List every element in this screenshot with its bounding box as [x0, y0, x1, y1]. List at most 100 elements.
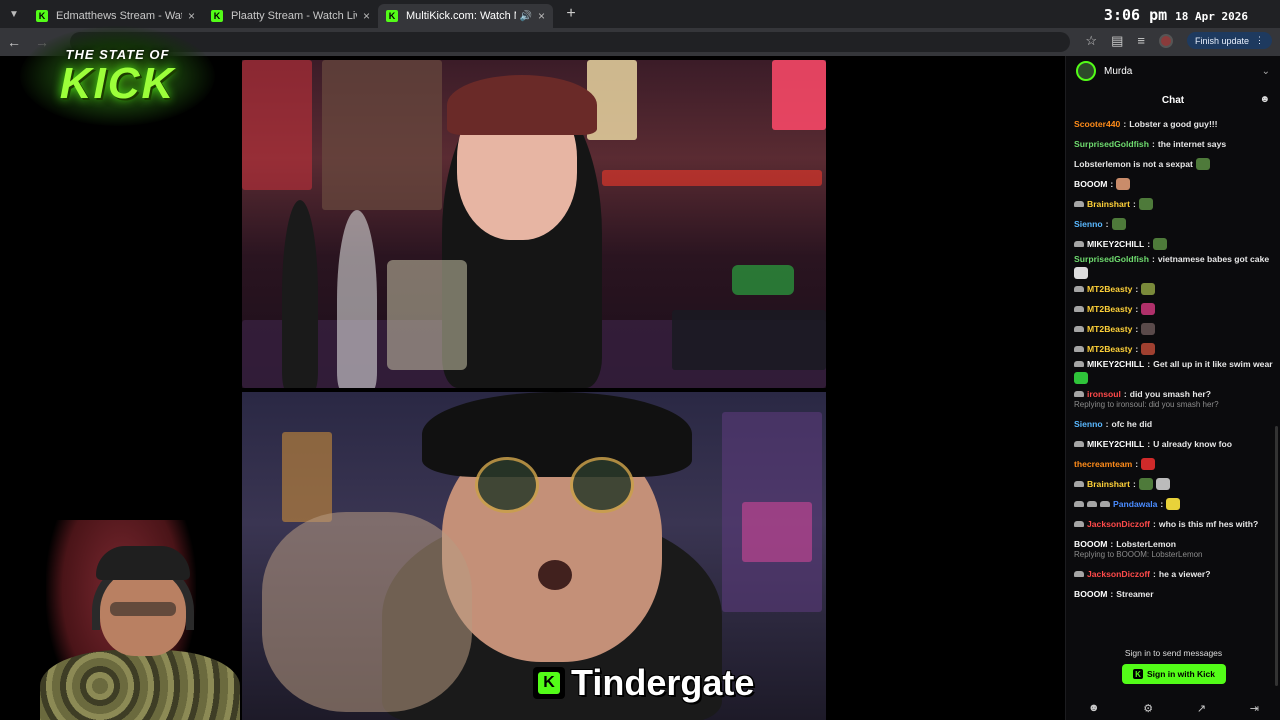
user-badge-icon	[1074, 391, 1084, 397]
reply-text: Replying to ironsoul: did you smash her?	[1074, 400, 1219, 409]
chat-username[interactable]: BOOOM	[1074, 539, 1107, 549]
chat-message[interactable]: MT2Beasty:	[1074, 339, 1274, 359]
tab-search-icon[interactable]: ▼	[0, 0, 28, 28]
chat-username[interactable]: Scooter440	[1074, 119, 1120, 129]
chat-username[interactable]: SurprisedGoldfish	[1074, 139, 1149, 149]
browser-tab[interactable]: K Plaatty Stream - Watch Live on ×	[203, 4, 378, 28]
colon: :	[1105, 419, 1109, 429]
chat-message[interactable]: Brainshart:	[1074, 474, 1274, 494]
tab-title: Plaatty Stream - Watch Live on	[231, 10, 357, 22]
chat-message[interactable]: JacksonDiczoff: he a viewer?	[1074, 564, 1274, 584]
chevron-down-icon[interactable]: ⌄	[1262, 66, 1270, 77]
signin-prompt: Sign in to send messages	[1124, 648, 1223, 658]
colon: :	[1153, 569, 1156, 579]
chat-message[interactable]: MIKEY2CHILL: Get all up in it like swim w…	[1074, 359, 1274, 384]
chat-message[interactable]: Scooter440: Lobster a good guy!!!	[1074, 114, 1274, 134]
bookmark-star-icon[interactable]: ☆	[1085, 33, 1097, 49]
desktop-clock: 3:06 pm 18 Apr 2026	[1104, 6, 1248, 24]
reading-list-icon[interactable]: ≡	[1137, 33, 1145, 48]
chat-username[interactable]: JacksonDiczoff	[1087, 519, 1150, 529]
chat-message[interactable]: MT2Beasty:	[1074, 319, 1274, 339]
colon: :	[1135, 284, 1139, 294]
emote-icon	[1141, 283, 1156, 295]
chat-username[interactable]: Brainshart	[1087, 199, 1130, 209]
chat-message[interactable]: MIKEY2CHILL: U already know foo	[1074, 434, 1274, 454]
camo-shirt	[40, 650, 240, 720]
neon-sign	[772, 60, 826, 130]
chat-username[interactable]: MIKEY2CHILL	[1087, 359, 1144, 369]
chat-message[interactable]: Sienno:	[1074, 214, 1274, 234]
browser-tab[interactable]: K Edmatthews Stream - Watch Li ×	[28, 4, 203, 28]
user-badge-icon	[1074, 521, 1084, 527]
chat-message[interactable]: MIKEY2CHILL:	[1074, 234, 1274, 254]
chat-scrollbar[interactable]	[1275, 426, 1278, 686]
chat-message[interactable]: Lobsterlemon is not a sexpat	[1074, 154, 1274, 174]
close-tab-icon[interactable]: ×	[188, 9, 195, 23]
more-vert-icon: ⋮	[1255, 35, 1264, 45]
stream-video-top[interactable]	[242, 60, 826, 388]
extensions-icon[interactable]: ▤	[1111, 33, 1123, 49]
chat-username[interactable]: MT2Beasty	[1087, 324, 1132, 334]
chat-message[interactable]: BOOOM: Streamer	[1074, 584, 1274, 604]
streamer-webcam	[0, 520, 245, 720]
chat-username[interactable]: JacksonDiczoff	[1087, 569, 1150, 579]
finish-update-button[interactable]: Finish update ⋮	[1186, 32, 1272, 49]
profile-avatar-icon[interactable]	[1158, 33, 1173, 48]
signin-button[interactable]: K Sign in with Kick	[1122, 664, 1226, 684]
chat-username[interactable]: BOOOM	[1074, 589, 1107, 599]
chat-username[interactable]: MT2Beasty	[1087, 344, 1132, 354]
clock-date: 18 Apr 2026	[1175, 10, 1248, 23]
speaker-icon[interactable]: 🔊	[520, 11, 532, 22]
popout-icon[interactable]: ↗	[1197, 702, 1206, 715]
emote-icon	[1141, 303, 1156, 315]
chat-username[interactable]: MT2Beasty	[1087, 304, 1132, 314]
browser-tab[interactable]: K MultiKick.com: Watch Multi 🔊 ×	[378, 4, 553, 28]
colon: :	[1151, 254, 1155, 264]
neon-sign	[742, 502, 812, 562]
chat-username[interactable]: Brainshart	[1087, 479, 1130, 489]
chat-message[interactable]: Pandawala:	[1074, 494, 1274, 514]
chat-header: Chat ☻	[1066, 86, 1280, 114]
close-tab-icon[interactable]: ×	[538, 9, 545, 23]
user-badge-icon	[1074, 286, 1084, 292]
chat-text: he a viewer?	[1158, 569, 1211, 579]
chat-message[interactable]: MT2Beasty:	[1074, 279, 1274, 299]
motion-blur-hand	[262, 512, 472, 712]
reply-context: Replying to ironsoul: did you smash her?	[1074, 400, 1274, 410]
chat-username[interactable]: thecreamteam	[1074, 459, 1132, 469]
sunglasses-left	[475, 457, 539, 513]
chat-username[interactable]: SurprisedGoldfish	[1074, 254, 1149, 264]
users-icon[interactable]: ☻	[1259, 94, 1270, 105]
emote-icon	[1138, 478, 1153, 490]
chat-message[interactable]: Sienno: ofc he did	[1074, 414, 1274, 434]
clock-time: 3:06 pm	[1103, 6, 1168, 24]
chat-username[interactable]: Sienno	[1074, 219, 1103, 229]
gear-icon[interactable]: ⚙	[1143, 702, 1153, 715]
colon: :	[1110, 539, 1114, 549]
chat-username[interactable]: MT2Beasty	[1087, 284, 1132, 294]
close-tab-icon[interactable]: ×	[363, 9, 370, 23]
emote-icon	[1074, 267, 1088, 279]
chat-username[interactable]: Pandawala	[1113, 499, 1157, 509]
chat-username[interactable]: Sienno	[1074, 419, 1103, 429]
chat-message[interactable]: BOOOM:	[1074, 174, 1274, 194]
user-badge-icon	[1074, 241, 1084, 247]
new-tab-button[interactable]: +	[559, 2, 583, 26]
chat-message[interactable]: thecreamteam:	[1074, 454, 1274, 474]
chat-message-list[interactable]: Scooter440: Lobster a good guy!!! Surprise…	[1074, 114, 1274, 604]
chat-message[interactable]: JacksonDiczoff: who is this mf hes with?	[1074, 514, 1274, 534]
chat-message[interactable]: Brainshart:	[1074, 194, 1274, 214]
building-facade	[322, 60, 442, 210]
chat-message[interactable]: SurprisedGoldfish: vietnamese babes got c…	[1074, 254, 1274, 279]
channel-selector[interactable]: Murda ⌄	[1066, 56, 1280, 86]
chat-username[interactable]: ironsoul	[1087, 389, 1121, 399]
chat-username[interactable]: MIKEY2CHILL	[1087, 239, 1144, 249]
chat-message[interactable]: MT2Beasty:	[1074, 299, 1274, 319]
chat-username[interactable]: MIKEY2CHILL	[1087, 439, 1144, 449]
collapse-icon[interactable]: ⇥	[1250, 702, 1259, 715]
chat-message[interactable]: SurprisedGoldfish: the internet says	[1074, 134, 1274, 154]
chat-username[interactable]: BOOOM	[1074, 179, 1107, 189]
add-user-icon[interactable]: ☻	[1088, 702, 1100, 714]
emote-icon	[1138, 198, 1153, 210]
address-bar[interactable]	[70, 32, 1070, 52]
